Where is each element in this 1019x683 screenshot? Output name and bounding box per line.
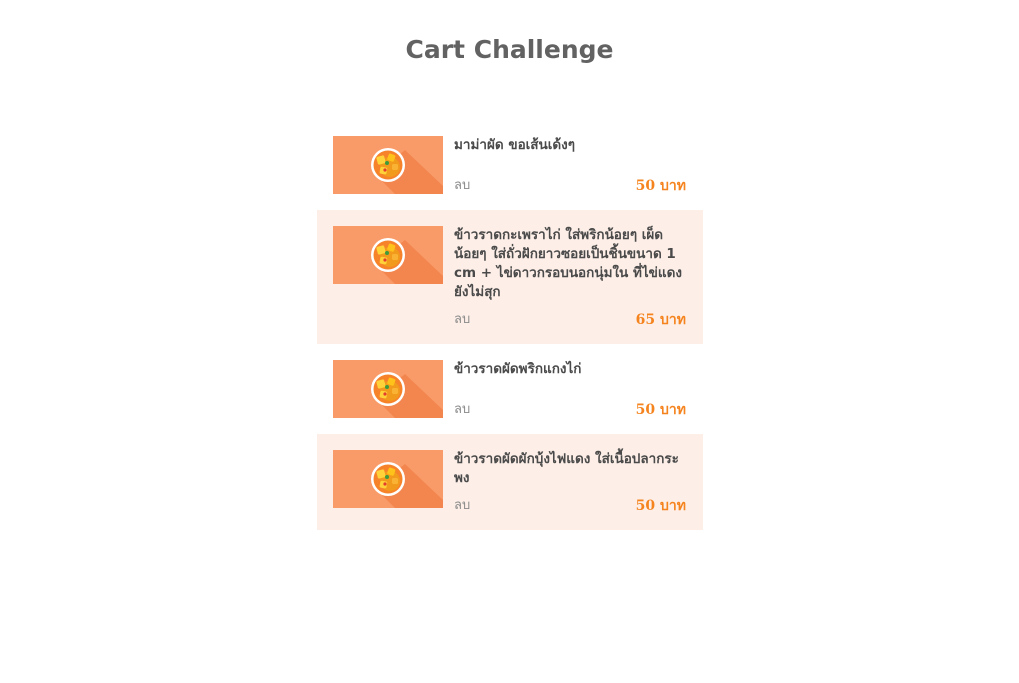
item-footer: ลบ 50 บาท: [454, 498, 686, 514]
curry-bowl-icon: [333, 360, 443, 418]
food-thumbnail: [333, 226, 443, 284]
item-info: ข้าวราดกะเพราไก่ ใส่พริกน้อยๆ เผ็ดน้อยๆ …: [454, 226, 686, 328]
food-thumbnail: [333, 136, 443, 194]
item-price: 50 บาท: [635, 178, 686, 194]
food-thumbnail: [333, 360, 443, 418]
item-footer: ลบ 65 บาท: [454, 312, 686, 328]
cart-item: มาม่าผัด ขอเส้นเด้งๆ ลบ 50 บาท: [317, 120, 703, 210]
item-name: ข้าวราดผัดผักบุ้งไฟแดง ใส่เนื้อปลากระพง: [454, 451, 679, 486]
item-name: ข้าวราดผัดพริกแกงไก่: [454, 361, 582, 377]
item-name: มาม่าผัด ขอเส้นเด้งๆ: [454, 137, 575, 153]
curry-bowl-icon: [333, 450, 443, 508]
item-footer: ลบ 50 บาท: [454, 178, 686, 194]
curry-bowl-icon: [333, 226, 443, 284]
page-title: Cart Challenge: [405, 35, 614, 64]
remove-button[interactable]: ลบ: [454, 498, 470, 514]
item-info: มาม่าผัด ขอเส้นเด้งๆ ลบ 50 บาท: [454, 136, 686, 194]
item-footer: ลบ 50 บาท: [454, 402, 686, 418]
cart-list: มาม่าผัด ขอเส้นเด้งๆ ลบ 50 บาท ข้าวราดกะ…: [317, 120, 703, 530]
remove-button[interactable]: ลบ: [454, 178, 470, 194]
item-info: ข้าวราดผัดผักบุ้งไฟแดง ใส่เนื้อปลากระพง …: [454, 450, 686, 514]
item-price: 65 บาท: [635, 312, 686, 328]
remove-button[interactable]: ลบ: [454, 312, 470, 328]
cart-item: ข้าวราดผัดพริกแกงไก่ ลบ 50 บาท: [317, 344, 703, 434]
cart-item: ข้าวราดกะเพราไก่ ใส่พริกน้อยๆ เผ็ดน้อยๆ …: [317, 210, 703, 344]
curry-bowl-icon: [333, 136, 443, 194]
item-price: 50 บาท: [635, 402, 686, 418]
remove-button[interactable]: ลบ: [454, 402, 470, 418]
item-price: 50 บาท: [635, 498, 686, 514]
item-name: ข้าวราดกะเพราไก่ ใส่พริกน้อยๆ เผ็ดน้อยๆ …: [454, 227, 682, 300]
item-info: ข้าวราดผัดพริกแกงไก่ ลบ 50 บาท: [454, 360, 686, 418]
food-thumbnail: [333, 450, 443, 508]
cart-item: ข้าวราดผัดผักบุ้งไฟแดง ใส่เนื้อปลากระพง …: [317, 434, 703, 530]
